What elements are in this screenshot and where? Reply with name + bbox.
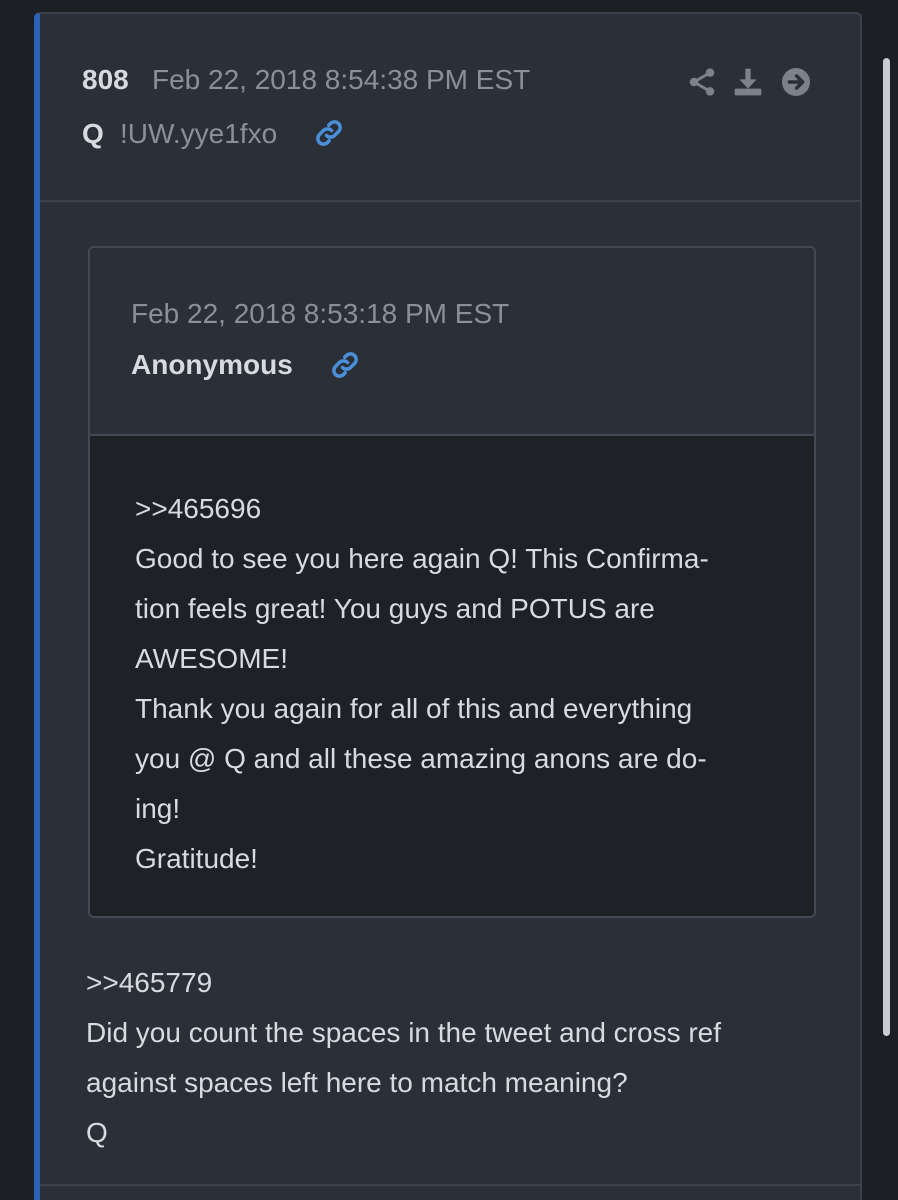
quoted-post: Feb 22, 2018 8:53:18 PM EST Anonymous >>… [88,246,816,918]
quoted-post-line: you @ Q and all these amazing anons are … [135,743,707,774]
arrow-right-circle-icon[interactable] [780,66,812,98]
post-header: 808 Feb 22, 2018 8:54:38 PM EST Q !UW.yy… [40,14,860,202]
quoted-post-line: Gratitude! [135,843,258,874]
quoted-post-body: >>465696 Good to see you here again Q! T… [90,436,814,916]
quoted-post-line: AWESOME! [135,643,288,674]
post-card: 808 Feb 22, 2018 8:54:38 PM EST Q !UW.yy… [34,12,862,1200]
quoted-post-line[interactable]: >>465696 [135,484,775,534]
quoted-post-line: ing! [135,793,181,824]
quoted-post-author: Anonymous [131,349,293,380]
scrollbar[interactable] [883,58,890,1036]
link-icon[interactable] [330,350,360,380]
quoted-post-text: >>465696 Good to see you here again Q! T… [135,484,775,884]
post-line: Q [86,1117,108,1148]
post-number: 808 [82,64,129,95]
quoted-post-date: Feb 22, 2018 8:53:18 PM EST [131,298,510,329]
quoted-post-header: Feb 22, 2018 8:53:18 PM EST Anonymous [90,248,814,436]
page: 808 Feb 22, 2018 8:54:38 PM EST Q !UW.yy… [0,0,898,1200]
post-line: Did you count the spaces in the tweet an… [86,1017,722,1048]
download-icon[interactable] [732,66,764,98]
post-line: against spaces left here to match meanin… [86,1067,628,1098]
share-icon[interactable] [686,66,718,98]
post-text: >>465779 Did you count the spaces in the… [86,958,826,1158]
post-tripcode: !UW.yye1fxo [120,118,278,149]
post-actions [686,66,816,100]
post-date: Feb 22, 2018 8:54:38 PM EST [152,64,531,95]
quoted-post-line: tion feels great! You guys and POTUS are [135,593,655,624]
post-line[interactable]: >>465779 [86,958,826,1008]
quoted-post-line: Thank you again for all of this and ever… [135,693,693,724]
post-author: Q [82,118,104,149]
divider [40,1184,860,1186]
quoted-post-line: Good to see you here again Q! This Confi… [135,543,709,574]
link-icon[interactable] [314,118,344,148]
